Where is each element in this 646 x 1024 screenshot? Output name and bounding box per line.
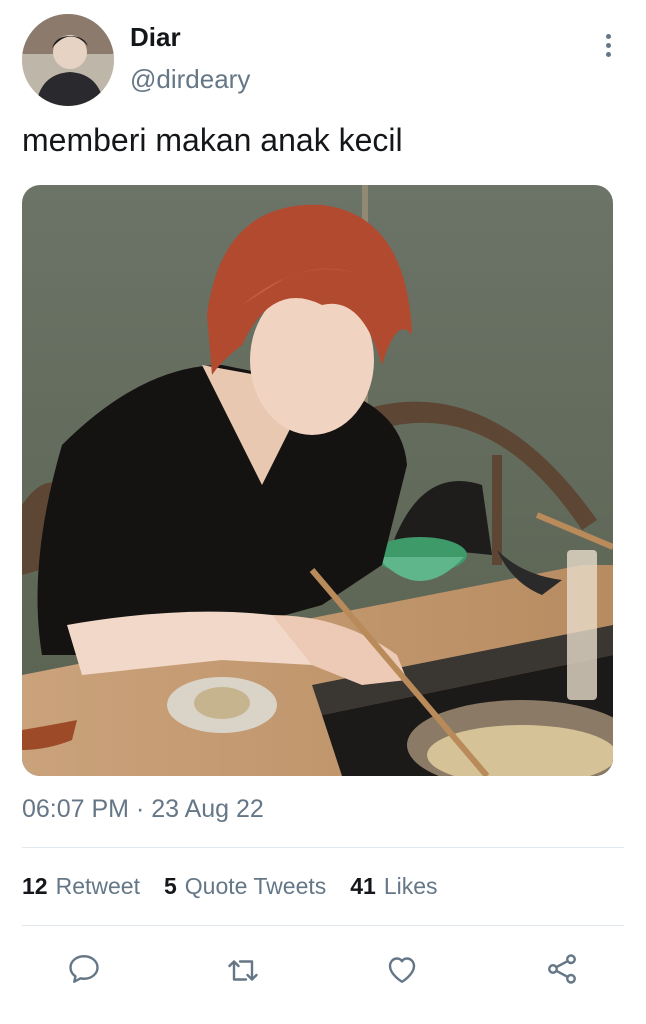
retweet-icon [228,960,258,981]
avatar[interactable] [22,14,114,106]
quote-tweets-count: 5 [163,873,177,899]
likes-count: 41 [350,873,376,899]
tweet-text: memberi makan anak kecil [22,122,403,158]
avatar-photo [22,14,114,106]
like-button[interactable] [378,945,426,993]
heart-icon [388,957,416,983]
retweets-stat[interactable]: 12 Retweet [22,873,140,900]
likes-label: Likes [383,873,438,899]
reply-button[interactable] [60,945,108,993]
tweet-stats: 12 Retweet 5 Quote Tweets 41 Likes [22,873,438,900]
likes-stat[interactable]: 41 Likes [350,873,437,900]
retweets-count: 12 [22,873,48,899]
share-icon [548,954,576,984]
user-handle[interactable]: @dirdeary [130,64,250,95]
retweets-label: Retweet [55,873,140,899]
photo-illustration [22,185,613,776]
retweet-button[interactable] [219,945,267,993]
tweet-timestamp[interactable]: 06:07 PM · 23 Aug 22 [22,795,264,824]
quote-tweets-label: Quote Tweets [184,873,327,899]
tweet-actions [0,945,646,993]
tweet-media-photo[interactable] [22,185,613,776]
divider [22,847,624,848]
divider [22,925,624,926]
reply-icon [69,955,99,983]
share-button[interactable] [538,945,586,993]
display-name[interactable]: Diar [130,22,181,53]
quote-tweets-stat[interactable]: 5 Quote Tweets [164,873,326,900]
more-options-icon[interactable] [596,28,620,62]
